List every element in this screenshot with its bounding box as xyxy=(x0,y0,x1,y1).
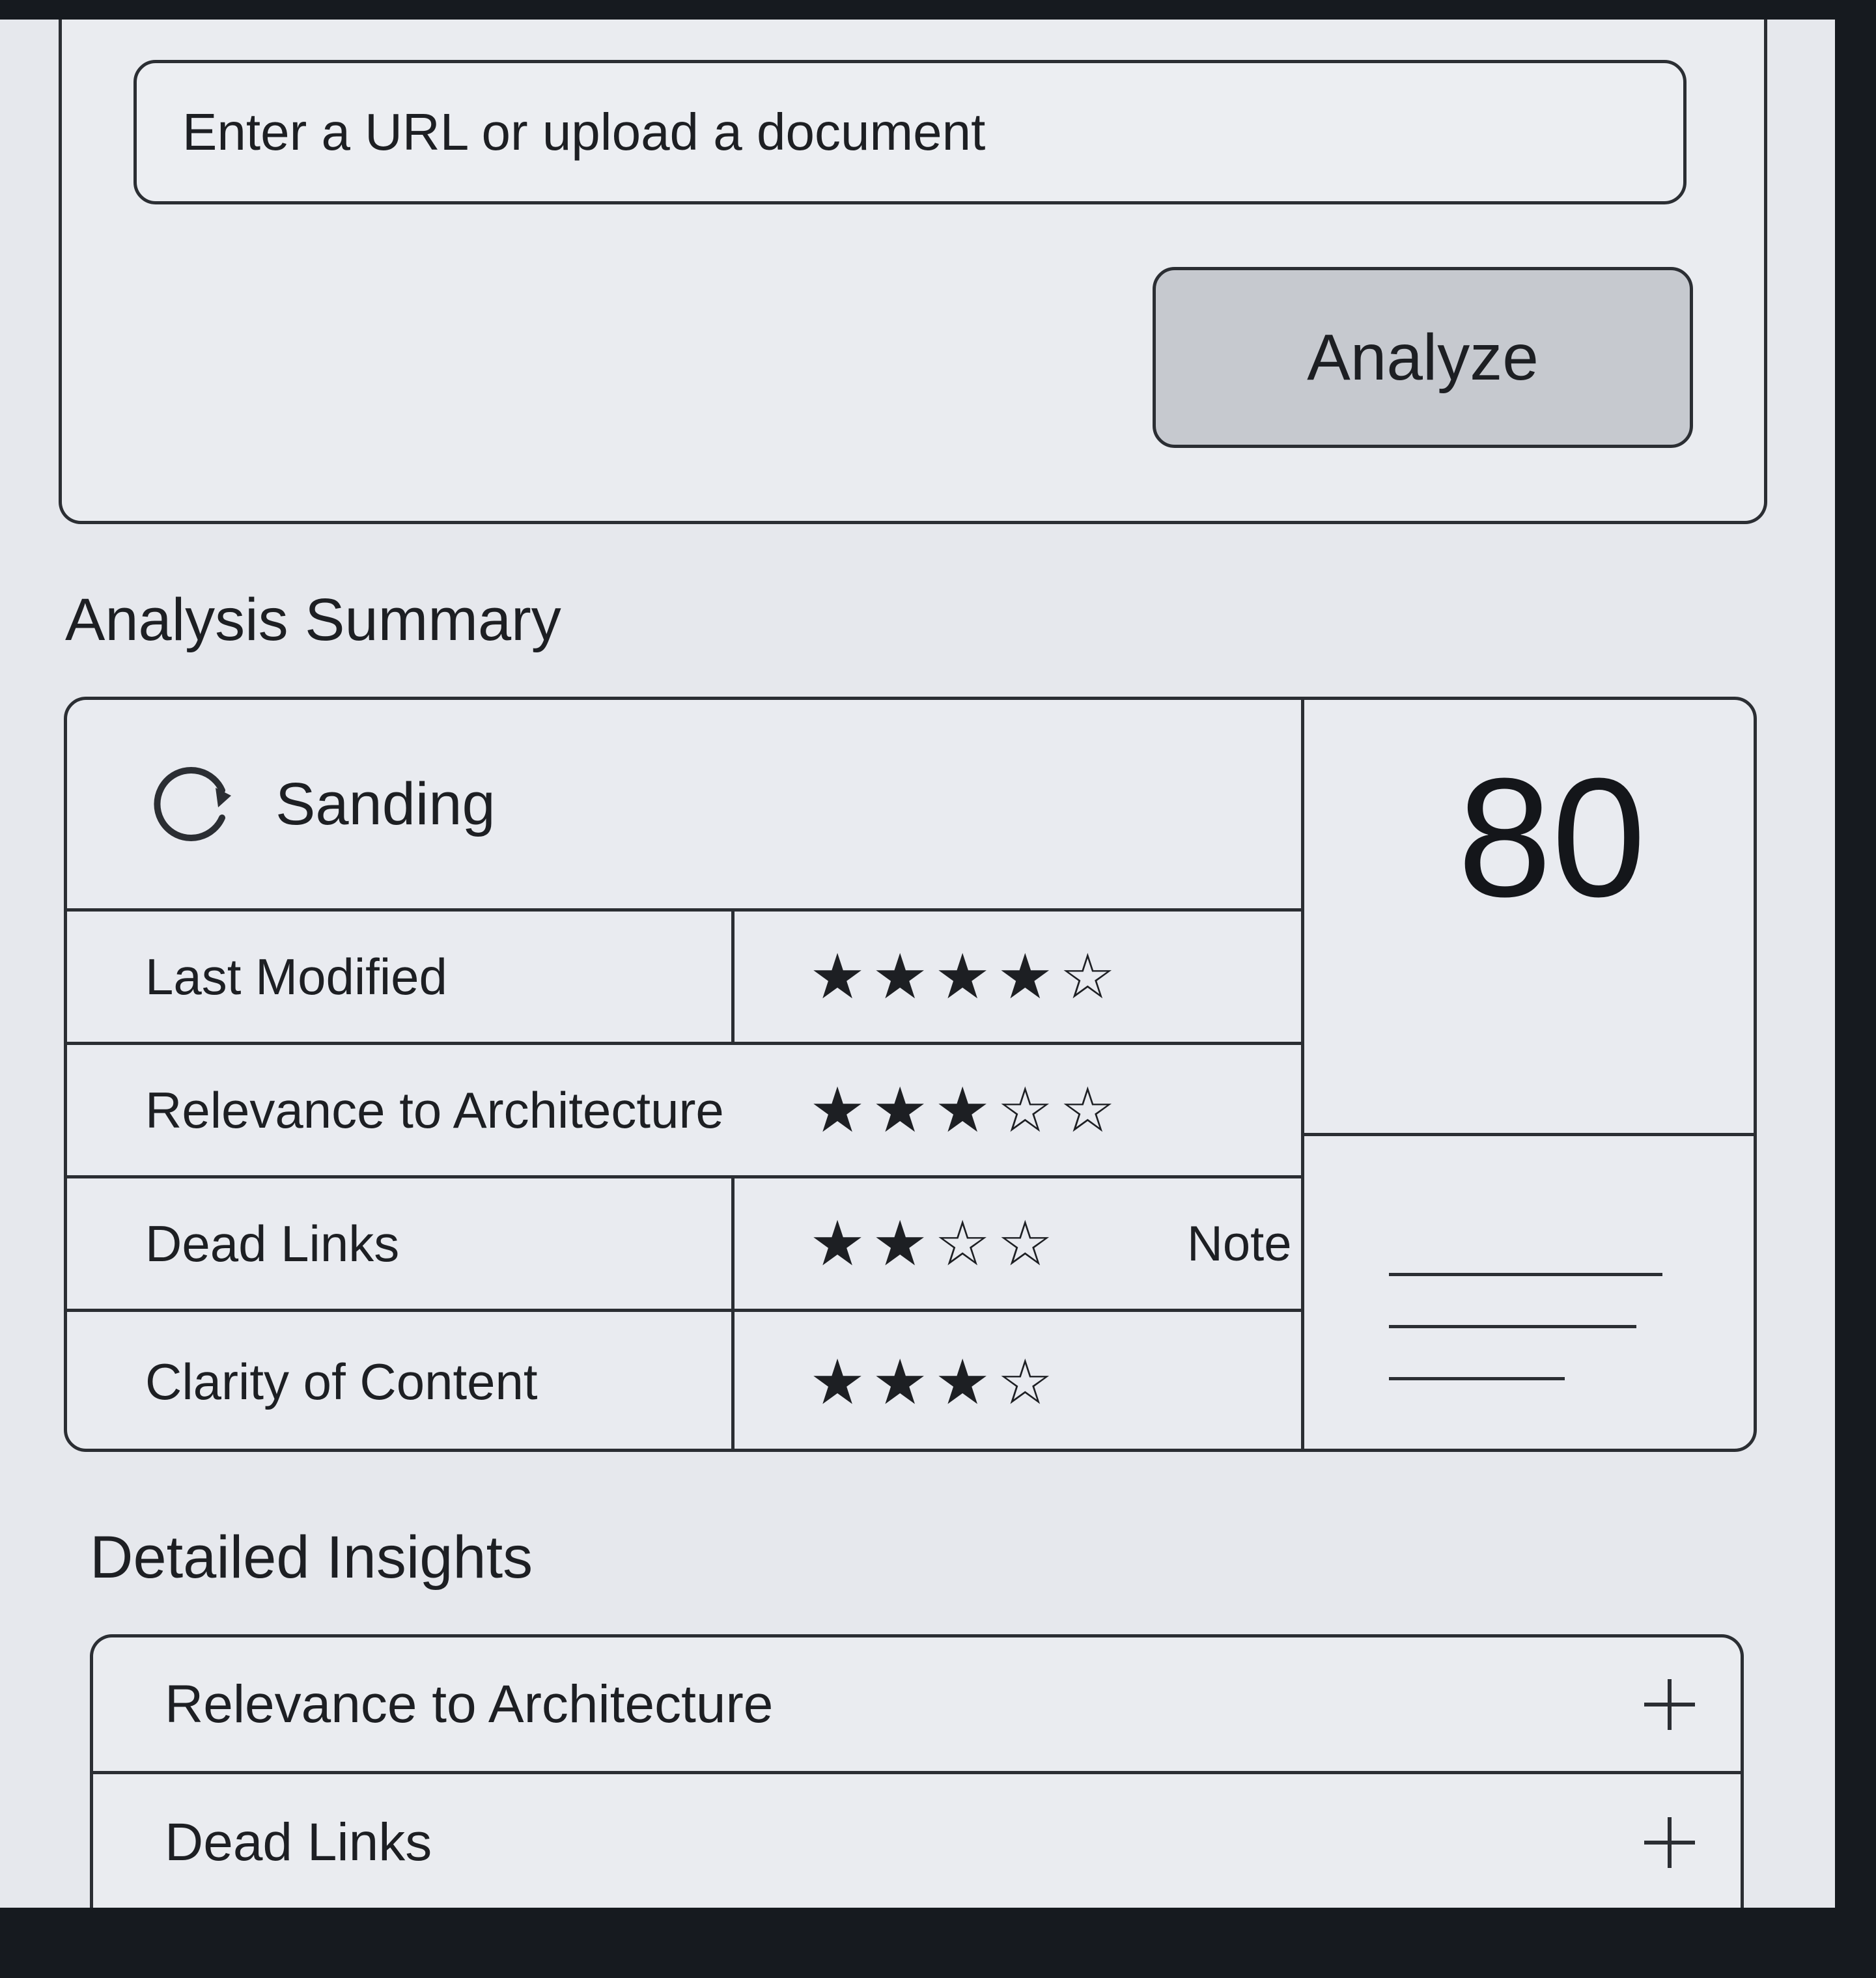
column-divider xyxy=(731,1178,735,1309)
star-rating: ★★★★☆ xyxy=(809,940,1123,1013)
analysis-summary-title: Analysis Summary xyxy=(65,587,561,653)
refresh-icon xyxy=(154,767,231,841)
score-column: 80 xyxy=(1304,700,1754,1449)
input-card: Analyze xyxy=(59,20,1767,524)
metric-row-last-modified: Last Modified ★★★★☆ xyxy=(67,912,1301,1045)
metric-row-clarity: Clarity of Content ★★★☆ xyxy=(67,1312,1301,1449)
detailed-insights-title: Detailed Insights xyxy=(90,1524,533,1591)
star-rating: ★★★☆ xyxy=(809,1345,1060,1419)
metric-row-dead-links: Dead Links ★★☆☆ Note xyxy=(67,1178,1301,1312)
note-label: Note xyxy=(1187,1216,1292,1272)
column-divider xyxy=(731,1312,735,1449)
overall-score: 80 xyxy=(1457,744,1646,932)
metric-label: Clarity of Content xyxy=(145,1353,538,1410)
metric-label: Relevance to Architecture xyxy=(145,1081,724,1139)
column-divider xyxy=(731,912,735,1042)
status-row: Sanding xyxy=(67,700,1301,912)
url-input[interactable] xyxy=(133,60,1687,204)
metric-label: Dead Links xyxy=(145,1214,400,1272)
accordion-label: Relevance to Architecture xyxy=(165,1674,774,1734)
star-rating: ★★☆☆ xyxy=(809,1207,1060,1280)
accordion-item-dead-links[interactable]: Dead Links xyxy=(93,1774,1741,1908)
placeholder-text-line xyxy=(1389,1377,1565,1380)
placeholder-text-line xyxy=(1389,1325,1636,1328)
plus-icon[interactable] xyxy=(1644,1679,1695,1730)
star-rating: ★★★☆☆ xyxy=(809,1074,1123,1147)
metric-label: Last Modified xyxy=(145,947,447,1005)
analyze-button[interactable]: Analyze xyxy=(1153,267,1693,448)
accordion-item-relevance[interactable]: Relevance to Architecture xyxy=(93,1637,1741,1774)
plus-icon[interactable] xyxy=(1644,1817,1695,1868)
placeholder-text-line xyxy=(1389,1273,1662,1276)
analysis-summary-card: Sanding Last Modified ★★★★☆ Relevance to… xyxy=(64,697,1757,1452)
metric-row-relevance: Relevance to Architecture ★★★☆☆ xyxy=(67,1045,1301,1178)
insights-accordion: Relevance to Architecture Dead Links xyxy=(90,1634,1744,1908)
status-label: Sanding xyxy=(275,770,496,837)
accordion-label: Dead Links xyxy=(165,1813,432,1872)
metrics-column: Sanding Last Modified ★★★★☆ Relevance to… xyxy=(67,700,1304,1449)
score-box: 80 xyxy=(1304,700,1754,1136)
app-screen: Analyze Analysis Summary Sanding Last Mo… xyxy=(0,20,1835,1908)
